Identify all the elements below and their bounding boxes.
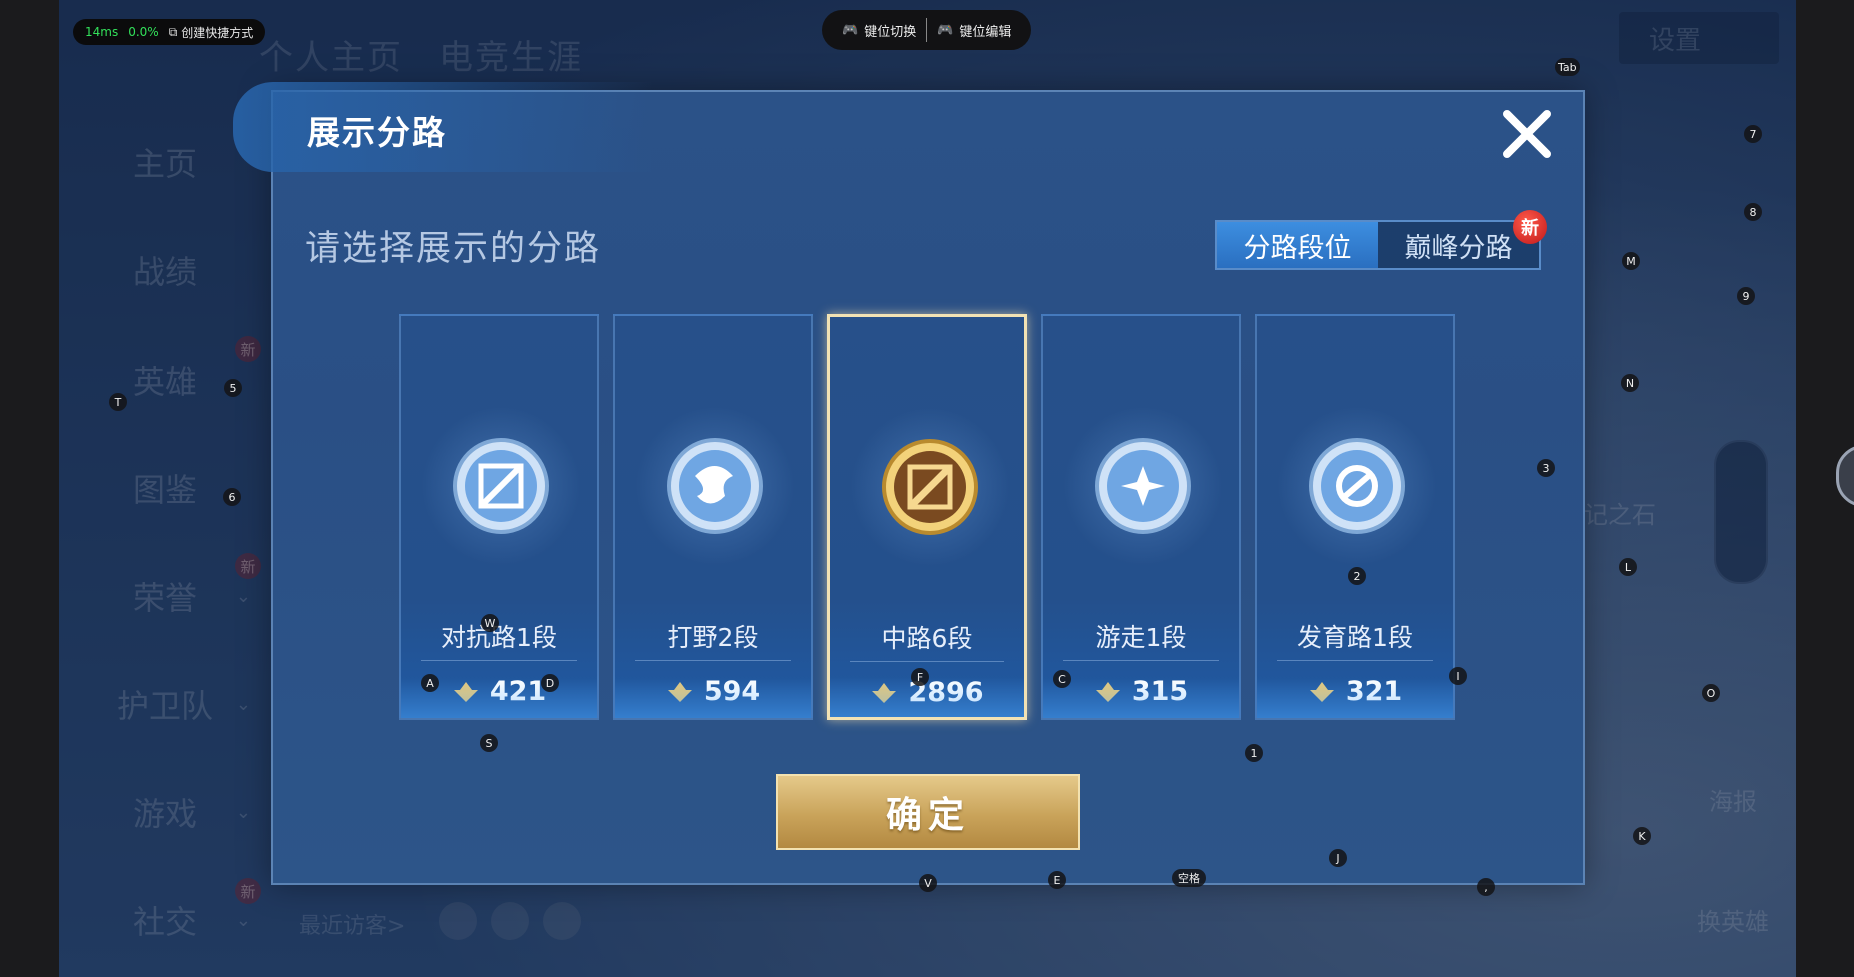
lane-name: 对抗路1段 (441, 623, 557, 652)
lane-name: 打野2段 (667, 623, 759, 652)
confirm-button[interactable]: 确定 (776, 774, 1080, 850)
key-hint: , (1477, 878, 1495, 896)
key-hint: W (481, 614, 499, 632)
lane-card-mid[interactable]: 中路6段 2896 (827, 314, 1027, 720)
lane-mode-tabs: 分路段位 巅峰分路 (1215, 220, 1541, 270)
divider (421, 660, 577, 661)
key-hint: E (1048, 871, 1066, 889)
key-hint: T (109, 393, 127, 411)
key-hint: I (1449, 667, 1467, 685)
divider (1277, 660, 1433, 661)
key-hint: J (1329, 849, 1347, 867)
lane-name: 中路6段 (881, 624, 973, 653)
divider (1063, 660, 1219, 661)
create-shortcut-button[interactable]: ⧉ 创建快捷方式 (169, 24, 254, 41)
key-hint: K (1633, 827, 1651, 845)
lane-card-clash[interactable]: 对抗路1段 421 (399, 314, 599, 720)
key-hint-tab: Tab (1555, 58, 1580, 76)
keymap-edit-button[interactable]: 🎮 键位编辑 (927, 21, 1021, 40)
key-hint: 1 (1245, 744, 1263, 762)
key-hint: 9 (1737, 287, 1755, 305)
key-hint: F (911, 668, 929, 686)
key-hint: L (1619, 558, 1637, 576)
close-icon[interactable] (1497, 104, 1557, 164)
keymap-switch-label: 键位切换 (864, 24, 917, 40)
card-bottom-glow (1043, 678, 1239, 718)
lane-display-dialog: 展示分路 请选择展示的分路 分路段位 巅峰分路 新 对抗路1段 打野2段 中路6… (233, 82, 1585, 885)
lane-card-roam[interactable]: 游走1段 315 (1041, 314, 1241, 720)
mid-lane-emblem-icon (882, 439, 978, 535)
key-hint: 6 (223, 488, 241, 506)
game-stage: 个人主页 电竞生涯 主页 战绩 英雄 图鉴 荣誉 ⌄ 护卫队 ⌄ 游戏 ⌄ 社交 ⌄ 新… (59, 0, 1796, 977)
keymap-edit-label: 键位编辑 (959, 24, 1012, 40)
floating-tool-button[interactable] (1836, 445, 1854, 507)
farm-lane-emblem-icon (1309, 438, 1405, 534)
new-badge: 新 (1513, 210, 1547, 244)
dialog-title: 展示分路 (307, 113, 447, 152)
lane-card-list: 对抗路1段 421 打野2段 (273, 314, 1583, 724)
divider (850, 661, 1004, 662)
status-pill: 14ms 0.0% ⧉ 创建快捷方式 (73, 19, 266, 45)
card-bottom-glow (615, 678, 811, 718)
key-hint: M (1622, 252, 1640, 270)
dialog-subtitle: 请选择展示的分路 (305, 229, 602, 269)
keymap-switch-button[interactable]: 🎮 键位切换 (832, 21, 926, 40)
key-hint: 5 (224, 379, 242, 397)
key-hint: 8 (1744, 203, 1762, 221)
shortcut-icon: ⧉ (168, 24, 178, 39)
gamepad-icon: 🎮 (842, 22, 859, 38)
card-bottom-glow (830, 677, 1024, 717)
shortcut-label: 创建快捷方式 (181, 25, 254, 40)
key-hint: V (919, 874, 937, 892)
jungle-dragon-emblem-icon (667, 438, 763, 534)
latency-text: 14ms (85, 25, 119, 39)
tab-lane-rank[interactable]: 分路段位 (1217, 222, 1378, 268)
key-hint: 3 (1537, 459, 1555, 477)
key-hint: C (1053, 670, 1071, 688)
lane-card-farm[interactable]: 发育路1段 321 (1255, 314, 1455, 720)
divider (635, 660, 791, 661)
key-hint: S (480, 734, 498, 752)
clash-lane-emblem-icon (453, 438, 549, 534)
key-hint: O (1702, 684, 1720, 702)
key-hint: A (421, 674, 439, 692)
loss-text: 0.0% (128, 25, 159, 39)
card-bottom-glow (1257, 678, 1453, 718)
lane-name: 发育路1段 (1297, 623, 1413, 652)
key-hint: 7 (1744, 125, 1762, 143)
roam-wings-emblem-icon (1095, 438, 1191, 534)
lane-name: 游走1段 (1095, 623, 1187, 652)
keymap-toolbar: 🎮 键位切换 🎮 键位编辑 (822, 10, 1032, 50)
key-hint: D (541, 674, 559, 692)
key-hint: 2 (1348, 567, 1366, 585)
key-hint-space: 空格 (1172, 869, 1206, 887)
gamepad-icon: 🎮 (937, 22, 954, 38)
key-hint: N (1621, 374, 1639, 392)
lane-card-jungle[interactable]: 打野2段 594 (613, 314, 813, 720)
